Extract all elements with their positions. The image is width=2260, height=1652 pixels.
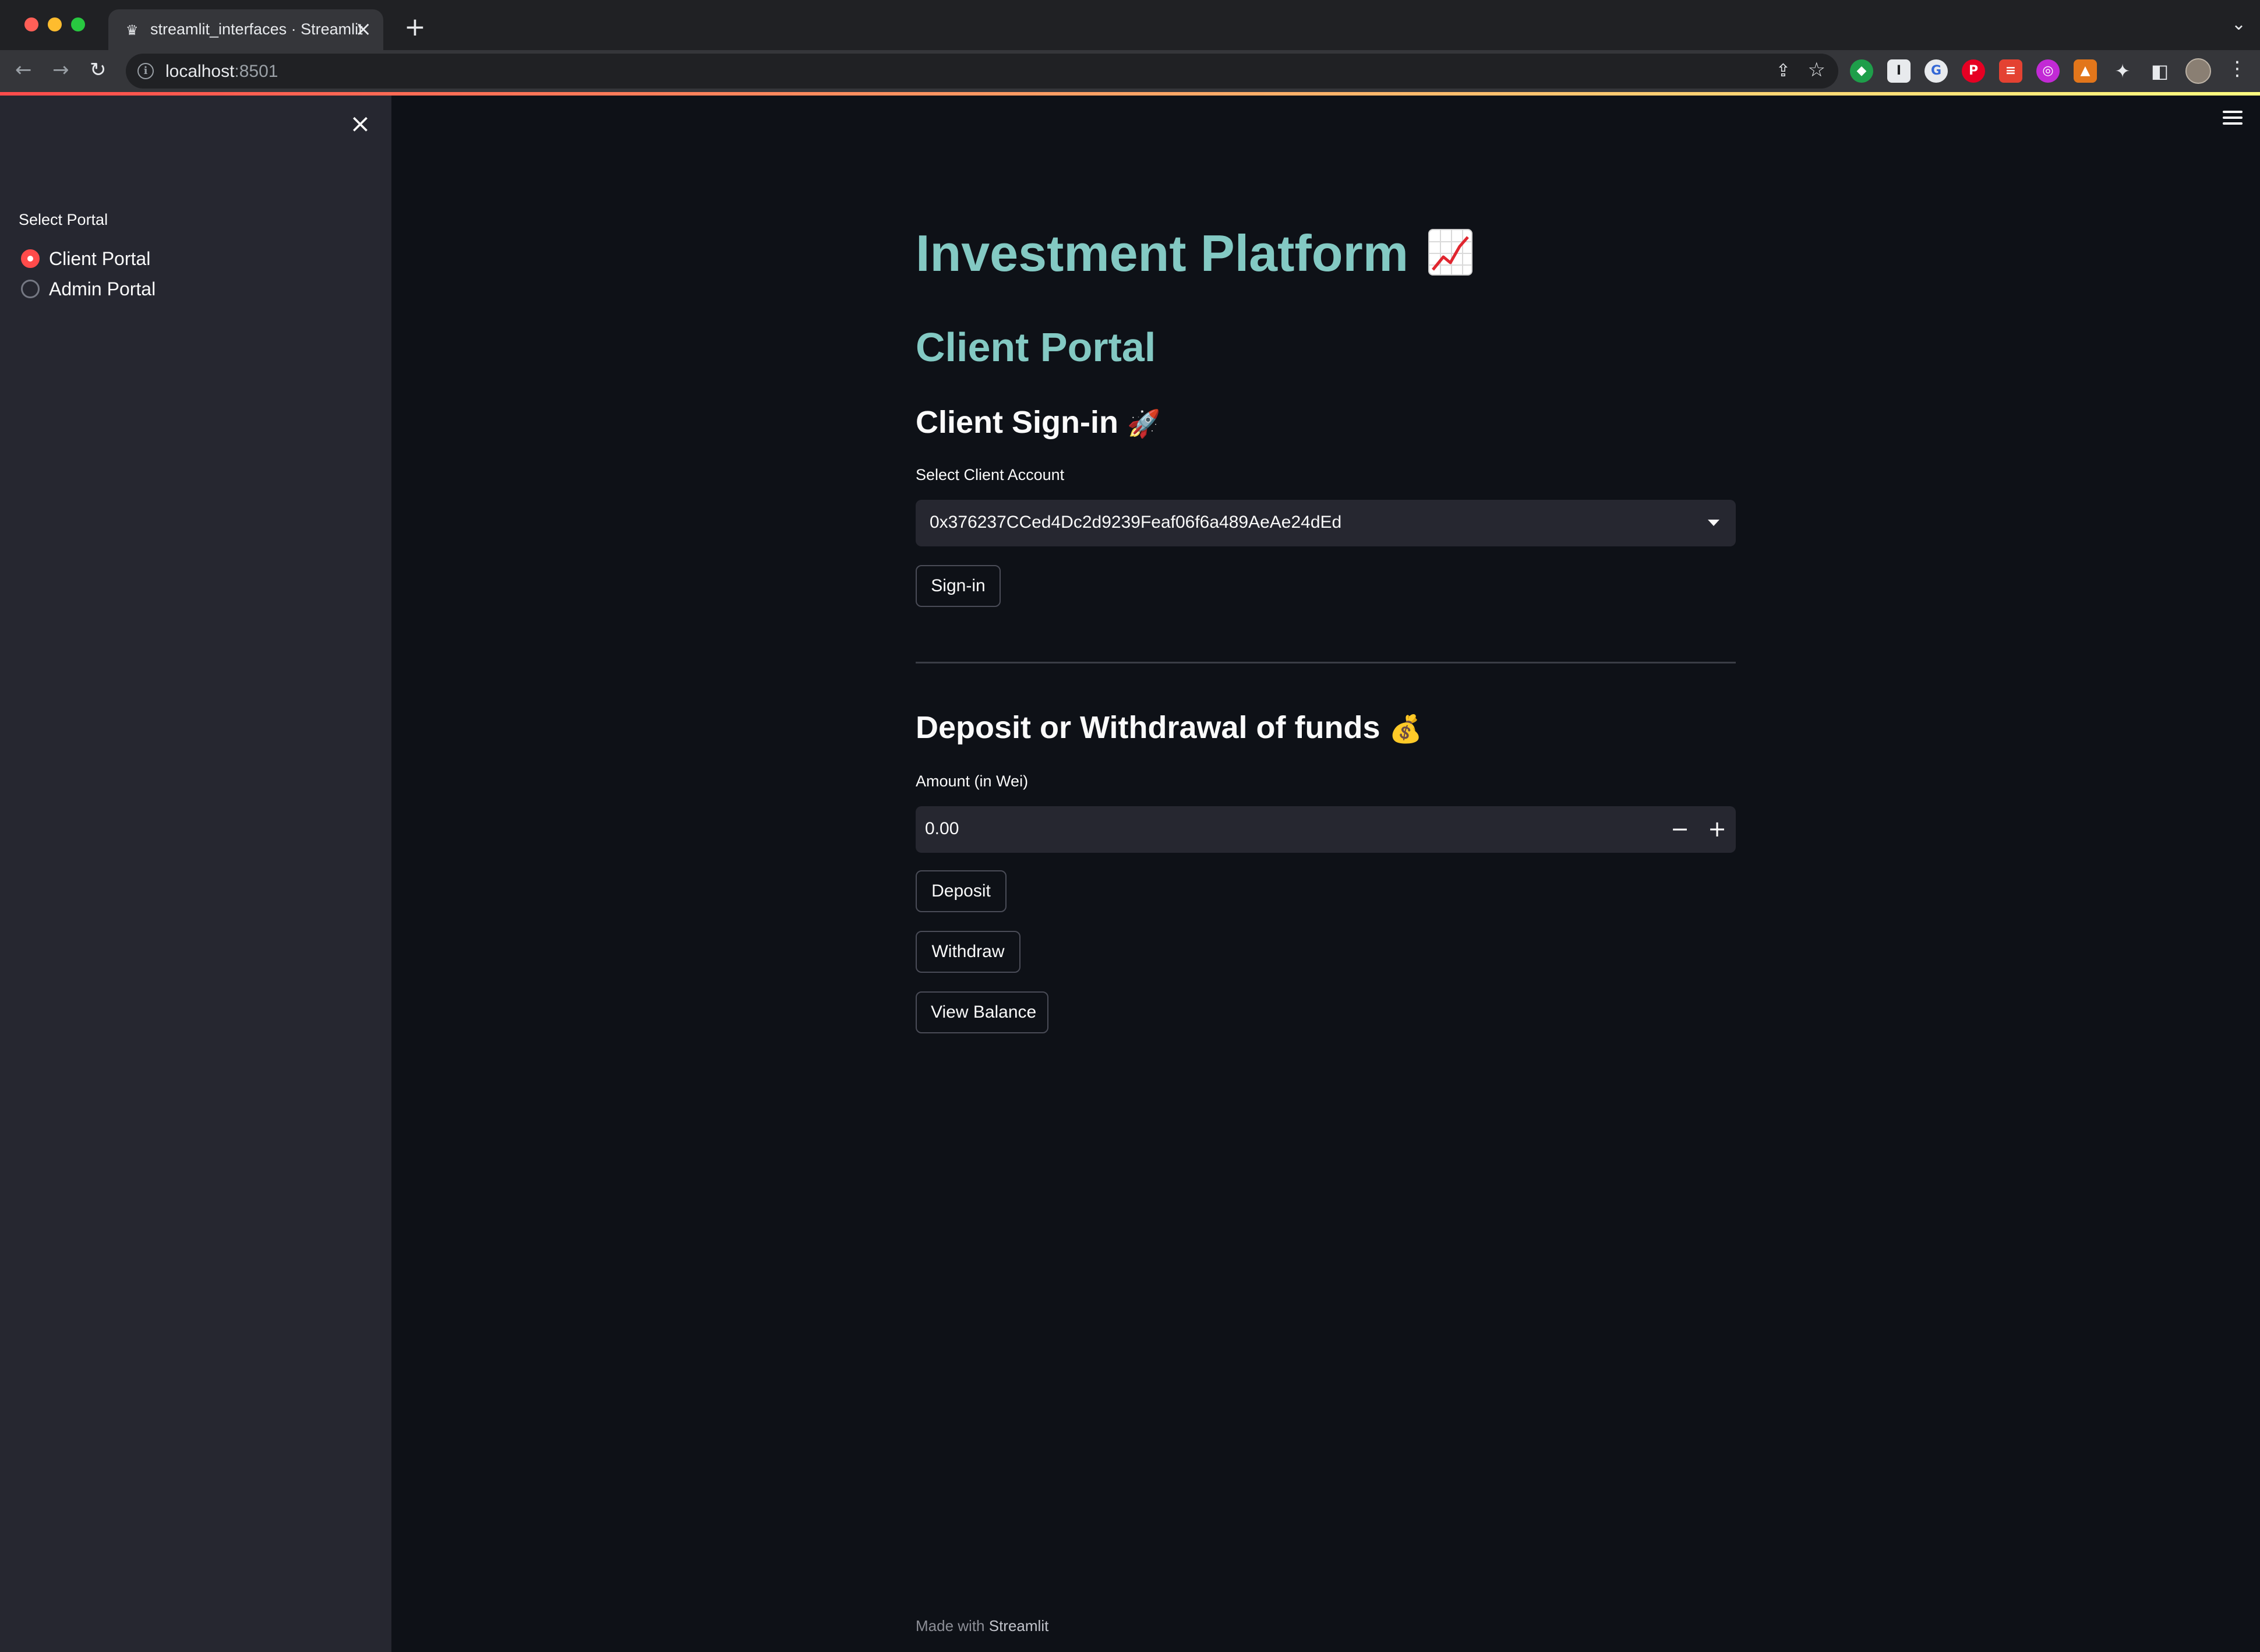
chart-increasing-icon [1428, 229, 1473, 276]
withdraw-button[interactable]: Withdraw [916, 931, 1020, 973]
url-text[interactable]: localhost:8501 [165, 62, 278, 82]
footer: Made with Streamlit [916, 1617, 1049, 1635]
kebab-menu-icon[interactable]: ⋮ [2227, 57, 2247, 80]
browser-tab[interactable]: ♛ streamlit_interfaces · Streamlit × [108, 9, 383, 50]
chevron-down-icon[interactable]: ⌄ [2231, 14, 2246, 34]
maximize-window-button[interactable] [71, 17, 85, 31]
radio-option-label: Client Portal [49, 248, 151, 269]
radio-option-label: Admin Portal [49, 278, 156, 299]
caret-down-icon[interactable] [1708, 520, 1719, 526]
streamlit-link[interactable]: Streamlit [989, 1617, 1049, 1635]
amount-value[interactable]: 0.00 [925, 819, 959, 839]
extension-purple-icon[interactable]: ◎ [2036, 59, 2060, 83]
close-window-button[interactable] [24, 17, 38, 31]
signin-heading: Client Sign-in 🚀 [916, 405, 1161, 440]
tab-close-icon[interactable]: × [355, 17, 372, 41]
bookmark-star-icon[interactable]: ☆ [1808, 58, 1825, 82]
close-sidebar-icon[interactable]: × [349, 110, 371, 139]
reload-icon[interactable]: ↻ [90, 57, 107, 83]
minimize-window-button[interactable] [48, 17, 62, 31]
forward-arrow-icon[interactable]: → [52, 57, 69, 83]
view-balance-button[interactable]: View Balance [916, 991, 1048, 1033]
share-icon[interactable]: ⇪ [1776, 61, 1791, 81]
tab-strip: ♛ streamlit_interfaces · Streamlit × + ⌄ [0, 0, 2260, 50]
radio-unselected-icon[interactable] [21, 280, 40, 298]
metamask-fox-icon[interactable]: ▲ [2074, 59, 2097, 83]
extension-green-icon[interactable]: ◆ [1850, 59, 1873, 83]
todoist-icon[interactable]: ≡ [1999, 59, 2022, 83]
pinterest-icon[interactable]: P [1962, 59, 1985, 83]
divider [916, 662, 1736, 663]
decrement-button[interactable]: − [1671, 814, 1689, 843]
deposit-button[interactable]: Deposit [916, 870, 1007, 912]
page-title: Investment Platform [916, 224, 1473, 283]
funds-heading: Deposit or Withdrawal of funds 💰 [916, 710, 1422, 745]
radio-admin-portal[interactable]: Admin Portal [21, 276, 156, 302]
portal-heading: Client Portal [916, 324, 1156, 370]
browser-chrome: ♛ streamlit_interfaces · Streamlit × + ⌄… [0, 0, 2260, 93]
side-panel-icon[interactable]: ◧ [2148, 59, 2171, 83]
increment-button[interactable]: + [1708, 814, 1726, 843]
address-bar[interactable]: i localhost:8501 ⇪ ☆ [126, 54, 1838, 89]
tab-title: streamlit_interfaces · Streamlit [150, 20, 363, 38]
extension-instapaper-icon[interactable]: I [1887, 59, 1911, 83]
portal-radio-label: Select Portal [19, 211, 108, 228]
new-tab-button[interactable]: + [404, 13, 426, 42]
client-account-select[interactable]: 0x376237CCed4Dc2d9239Feaf06f6a489AeAe24d… [916, 500, 1736, 546]
browser-toolbar: ← → ↻ i localhost:8501 ⇪ ☆ ◆ I G P ≡ ◎ ▲… [0, 50, 2260, 92]
profile-avatar[interactable] [2185, 58, 2211, 84]
amount-label: Amount (in Wei) [916, 772, 1029, 790]
rocket-icon: 🚀 [1127, 408, 1161, 439]
selected-account-value: 0x376237CCed4Dc2d9239Feaf06f6a489AeAe24d… [930, 513, 1342, 532]
streamlit-crown-icon: ♛ [126, 22, 139, 38]
hamburger-menu-icon[interactable] [2223, 111, 2243, 125]
amount-number-input[interactable]: 0.00 − + [916, 806, 1736, 853]
sign-in-button[interactable]: Sign-in [916, 565, 1001, 607]
puzzle-extensions-icon[interactable]: ✦ [2111, 59, 2134, 83]
extension-grammar-icon[interactable]: G [1924, 59, 1948, 83]
money-bag-icon: 💰 [1389, 713, 1422, 744]
radio-selected-icon[interactable] [21, 249, 40, 268]
account-select-label: Select Client Account [916, 466, 1065, 483]
radio-client-portal[interactable]: Client Portal [21, 246, 150, 271]
info-icon[interactable]: i [137, 63, 154, 79]
back-arrow-icon[interactable]: ← [15, 57, 32, 83]
sidebar: × Select Portal Client Portal Admin Port… [0, 96, 391, 1652]
